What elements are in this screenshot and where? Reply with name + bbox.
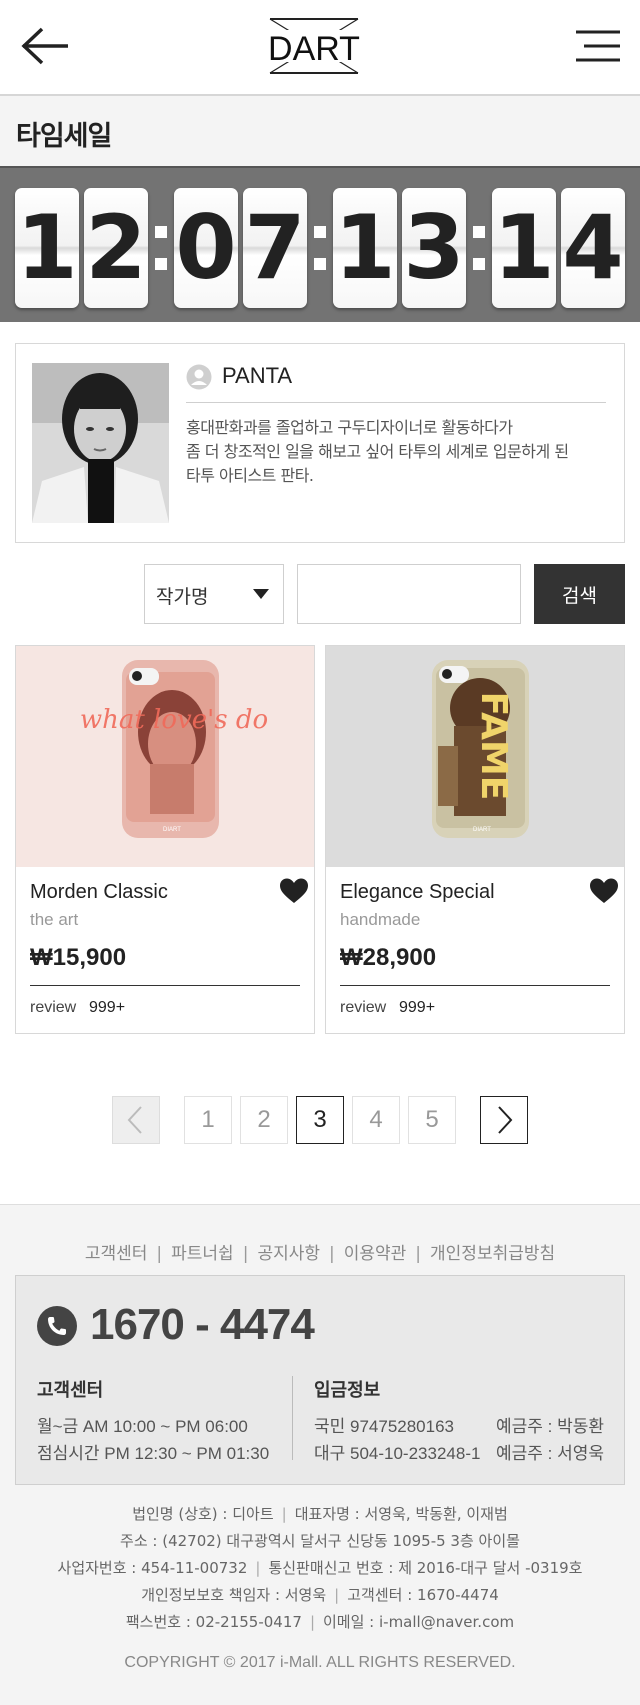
page-button[interactable]: 2 [240,1096,288,1144]
product-image: FAME DIART [326,646,624,867]
product-category: the art [30,910,79,929]
countdown-colon [469,188,489,308]
page-prev-button[interactable] [112,1096,160,1144]
search-type-select[interactable]: 작가명 [144,564,284,624]
product-brand: DIART [473,827,491,833]
product-name: Elegance Special [340,881,495,903]
countdown-digit: 2 [84,188,148,308]
page-button[interactable]: 4 [352,1096,400,1144]
artist-bio: 홍대판화과를 졸업하고 구두디자이너로 활동하다가 좀 더 창조적인 일을 해보… [186,418,569,485]
product-category: handmade [340,910,421,929]
page-button[interactable]: 5 [408,1096,456,1144]
cs-lunch: 점심시간 PM 12:30 ~ PM 01:30 [37,1444,270,1463]
copyright: COPYRIGHT © 2017 i-Mall. ALL RIGHTS RESE… [124,1654,516,1671]
countdown-digit: 7 [243,188,307,308]
footer-link-terms[interactable]: 이용약관 [344,1244,407,1264]
footer-link-privacy[interactable]: 개인정보취급방침 [430,1244,555,1264]
deposit-holder-2: 예금주 : 서영욱 [495,1444,604,1463]
footer: 고객센터 | 파트너쉽 | 공지사항 | 이용약관 | 개인정보취급방침 1670 - 4474… [0,1204,640,1705]
artist-photo [32,363,169,523]
page-button[interactable]: 1 [184,1096,232,1144]
chevron-down-icon [253,589,269,599]
product-image: what love's do DIART [16,646,314,867]
separator: | [309,1613,315,1631]
mail-order-number: 통신판매신고 번호 : 제 2016-대구 달서 -0319호 [268,1559,583,1577]
fax-number: 팩스번호 : 02-2155-0417 [125,1613,302,1631]
separator: | [281,1505,287,1523]
logo-text: DART [268,30,360,68]
separator: | [415,1244,422,1264]
product-card[interactable]: FAME DIART Elegance Special handmade ₩28… [325,645,625,1034]
email[interactable]: 이메일 : i-mall@naver.com [323,1613,514,1631]
countdown-digit: 0 [174,188,238,308]
countdown-digit: 1 [492,188,556,308]
product-price: ₩28,900 [340,944,437,971]
separator: | [156,1244,163,1264]
divider [186,402,606,403]
separator: | [255,1559,261,1577]
cs-hours: 월~금 AM 10:00 ~ PM 06:00 [37,1417,248,1436]
business-number: 사업자번호 : 454-11-00732 [57,1559,248,1577]
deposit-holder-1: 예금주 : 박동환 [495,1417,604,1436]
search-button[interactable]: 검색 [534,564,625,624]
separator: | [334,1586,340,1604]
customer-service-box: 1670 - 4474 고객센터 월~금 AM 10:00 ~ PM 06:00… [15,1275,625,1485]
deposit-title: 입금정보 [314,1380,381,1401]
deposit-bank-2: 대구 504-10-233248-1 [314,1444,481,1463]
company-address: 주소 : (42702) 대구광역시 달서구 신당동 1095-5 3층 아이몰 [120,1532,520,1550]
product-price: ₩15,900 [30,944,127,971]
product-name: Morden Classic [30,881,168,903]
product-case-text: FAME [473,692,514,801]
heart-icon[interactable] [590,878,618,904]
artist-card: PANTA 홍대판화과를 졸업하고 구두디자이너로 활동하다가 좀 더 창조적인… [15,343,625,543]
hamburger-icon[interactable] [576,28,620,64]
footer-link-customer-center[interactable]: 고객센터 [85,1244,148,1264]
deposit-bank-1: 국민 97475280163 [314,1417,455,1436]
corp-name: 법인명 (상호) : 디아트 [132,1505,274,1523]
app-header: DART [0,0,640,96]
ceo-names: 대표자명 : 서영욱, 박동환, 이재범 [294,1505,508,1523]
countdown-colon [151,188,171,308]
arrow-left-icon[interactable] [20,26,70,66]
search-type-label: 작가명 [156,586,209,608]
page-next-button[interactable] [480,1096,528,1144]
countdown-timer: 1 2 0 7 1 3 1 4 [0,166,640,322]
product-card[interactable]: what love's do DIART Morden Classic the … [15,645,315,1034]
chevron-right-icon [498,1106,513,1134]
countdown-colon [310,188,330,308]
product-case-text: what love's do [80,705,268,735]
privacy-officer: 개인정보보호 책임자 : 서영욱 [141,1586,327,1604]
logo[interactable]: DART [268,16,360,76]
phone-number[interactable]: 1670 - 4474 [90,1300,315,1350]
footer-link-notice[interactable]: 공지사항 [257,1244,320,1264]
countdown-digit: 4 [561,188,625,308]
chevron-left-icon [127,1106,142,1134]
title-bar: 타임세일 [0,96,640,166]
artist-name: PANTA [222,363,293,388]
separator: | [329,1244,335,1264]
phone-icon [37,1306,77,1346]
divider [30,985,300,986]
countdown-digit: 1 [15,188,79,308]
footer-links: 고객센터 | 파트너쉽 | 공지사항 | 이용약관 | 개인정보취급방침 [0,1239,640,1264]
user-avatar-icon [186,364,212,390]
company-info: 법인명 (상호) : 디아트 | 대표자명 : 서영욱, 박동환, 이재범 주소 :… [0,1501,640,1636]
separator: | [242,1244,249,1264]
review-count: 999+ [399,999,436,1016]
heart-icon[interactable] [280,878,308,904]
page-title: 타임세일 [16,121,112,152]
review-label: review [340,999,387,1016]
product-brand: DIART [163,827,181,833]
footer-link-partnership[interactable]: 파트너쉽 [171,1244,234,1264]
divider [292,1376,293,1460]
countdown-digit: 1 [333,188,397,308]
review-count: 999+ [89,999,126,1016]
divider [340,985,610,986]
review-label: review [30,999,77,1016]
page-button-current[interactable]: 3 [296,1096,344,1144]
cs-title: 고객센터 [37,1380,104,1401]
cs-center-phone: 고객센터 : 1670-4474 [347,1586,499,1604]
countdown-digit: 3 [402,188,466,308]
search-input[interactable] [297,564,521,624]
